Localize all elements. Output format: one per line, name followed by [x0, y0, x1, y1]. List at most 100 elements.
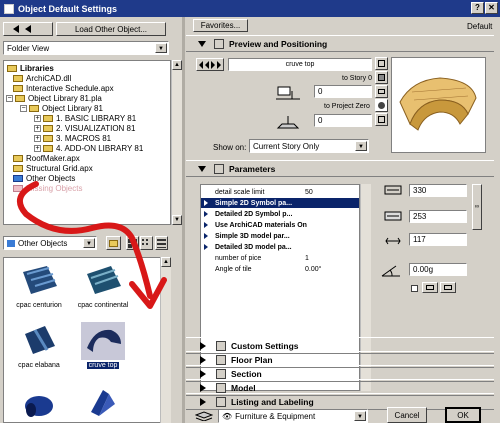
nav-arrows-icon — [13, 25, 31, 33]
chevron-down-icon[interactable]: ▼ — [83, 238, 95, 248]
param-group-icon — [204, 222, 208, 228]
window-title: Object Default Settings — [18, 3, 118, 14]
model-icon — [216, 382, 226, 393]
thumb-item[interactable]: cpac centurion — [8, 264, 70, 309]
load-other-object-button[interactable]: Load Other Object... — [56, 22, 166, 36]
tree-item[interactable]: − Object Library 81 — [20, 103, 103, 113]
section-preview-header[interactable]: Preview and Positioning — [186, 35, 494, 52]
scroll-up-icon[interactable]: ▲ — [172, 60, 182, 70]
view-combo[interactable]: Folder View ▼ — [3, 41, 169, 55]
param-row[interactable]: Simple 3D model par... — [201, 231, 359, 241]
expand-icon[interactable] — [200, 383, 206, 392]
tree-item[interactable]: Missing Objects — [13, 183, 82, 193]
param-row[interactable]: number of pice 1 — [201, 253, 359, 263]
expand-icon[interactable]: + — [34, 134, 41, 142]
view-small-icons-button[interactable] — [140, 236, 153, 250]
3d-view-button[interactable] — [375, 99, 388, 112]
expand-icon[interactable] — [200, 369, 206, 378]
show-on-combo[interactable]: Current Story Only ▼ — [249, 139, 369, 153]
tree-item[interactable]: +3. MACROS 81 — [34, 133, 111, 143]
scroll-down-icon[interactable]: ▼ — [172, 215, 182, 225]
object-thumbnail-grid[interactable]: cpac centurion cpac continental cpac ela… — [3, 257, 171, 423]
mirror-option-1[interactable] — [422, 282, 438, 293]
height-field[interactable]: 117 — [409, 233, 467, 246]
param-row[interactable]: Angle of tile 0.00° — [201, 264, 359, 274]
expand-icon[interactable] — [200, 397, 206, 406]
side-view-button[interactable] — [375, 71, 388, 84]
chain-icon: ∞ — [474, 204, 480, 210]
thumb-item[interactable]: cpac elabana — [8, 322, 70, 369]
param-row[interactable]: Use ArchiCAD materials On — [201, 220, 359, 230]
param-row[interactable]: Detailed 3D model pa... — [201, 242, 359, 252]
view-list-button[interactable] — [155, 236, 168, 250]
mirror-option-2[interactable] — [440, 282, 456, 293]
chevron-down-icon[interactable]: ▼ — [354, 411, 366, 421]
dimension-a-field[interactable]: 330 — [409, 184, 467, 197]
view-large-icons-button[interactable] — [126, 236, 139, 250]
library-tree[interactable]: Libraries ArchiCAD.dll Interactive Sched… — [3, 60, 171, 225]
tree-item[interactable]: Libraries — [7, 63, 54, 73]
collapse-icon[interactable] — [198, 165, 206, 172]
tree-item[interactable]: Interactive Schedule.apx — [13, 83, 114, 93]
expand-icon[interactable] — [200, 341, 206, 350]
ok-button[interactable]: OK — [445, 407, 481, 423]
view-mode-buttons[interactable] — [375, 57, 388, 137]
splitter[interactable] — [182, 17, 185, 423]
chevron-down-icon[interactable]: ▼ — [155, 43, 167, 53]
thumb-item[interactable]: cpac continental — [72, 264, 134, 309]
param-row[interactable]: detail scale limit 50 — [201, 187, 359, 197]
close-button[interactable]: ✕ — [485, 2, 498, 14]
param-row[interactable]: Detailed 2D Symbol p... — [201, 209, 359, 219]
elevation-field-2[interactable]: 0 — [314, 114, 372, 127]
folder-icon — [29, 104, 39, 112]
tree-item[interactable]: RoofMaker.apx — [13, 153, 80, 163]
roof-tile-icon — [25, 326, 55, 354]
tree-item[interactable]: +4. ADD-ON LIBRARY 81 — [34, 143, 143, 153]
tree-item[interactable]: − Object Library 81.pla — [6, 93, 102, 103]
folder-up-button[interactable] — [106, 236, 121, 250]
help-button[interactable]: ? — [471, 2, 484, 14]
prev-next-object-buttons[interactable] — [196, 58, 224, 71]
object-3d-preview[interactable] — [391, 57, 486, 153]
rotation-angle-field[interactable]: 0.00 g — [409, 263, 467, 276]
mirror-checkbox[interactable] — [411, 285, 418, 292]
tree-item[interactable]: +1. BASIC LIBRARY 81 — [34, 113, 136, 123]
dimension-b-field[interactable]: 253 — [409, 210, 467, 223]
thumb-item[interactable] — [72, 384, 134, 422]
tree-item[interactable]: ArchiCAD.dll — [13, 73, 71, 83]
tree-item[interactable]: Structural Grid.apx — [13, 163, 93, 173]
thumb-item[interactable] — [8, 384, 70, 422]
section-view-button[interactable] — [375, 113, 388, 126]
tree-item[interactable]: +2. VISUALIZATION 81 — [34, 123, 135, 133]
elevation-field[interactable]: 0 — [314, 85, 372, 98]
folder-icon — [13, 74, 23, 82]
expand-icon[interactable]: + — [34, 144, 41, 152]
show-on-label: Show on: — [213, 143, 247, 152]
param-row-selected[interactable]: Simple 2D Symbol pa... — [201, 198, 359, 208]
param-group-icon — [204, 200, 208, 206]
title-bar: Object Default Settings ? ✕ — [0, 0, 500, 17]
expand-icon[interactable]: + — [34, 114, 41, 122]
favorites-button[interactable]: Favorites... — [193, 19, 248, 32]
expand-icon[interactable] — [200, 355, 206, 364]
nav-buttons[interactable] — [3, 22, 53, 36]
width-a-icon — [384, 185, 402, 195]
tree-scrollbar[interactable]: ▲ ▼ — [171, 60, 182, 225]
layer-combo[interactable]: 👁 Furniture & Equipment ▼ — [218, 409, 368, 423]
expand-icon[interactable]: + — [34, 124, 41, 132]
scroll-up-icon[interactable]: ▲ — [161, 257, 171, 267]
grid-scrollbar[interactable]: ▲ — [160, 257, 171, 423]
folder-icon — [109, 239, 118, 247]
collapse-icon[interactable] — [198, 40, 206, 47]
section-parameters-header[interactable]: Parameters — [186, 160, 494, 177]
tree-item[interactable]: Other Objects — [13, 173, 75, 183]
dimension-chain-button[interactable]: ∞ — [472, 184, 482, 230]
collapse-icon[interactable]: − — [20, 104, 27, 112]
front-view-button[interactable] — [375, 85, 388, 98]
thumb-item-selected[interactable]: cruve top — [72, 322, 134, 369]
plan-view-button[interactable] — [375, 57, 388, 70]
collapse-icon[interactable]: − — [6, 94, 13, 102]
filter-combo[interactable]: Other Objects ▼ — [3, 236, 97, 250]
cancel-button[interactable]: Cancel — [387, 407, 427, 423]
chevron-down-icon[interactable]: ▼ — [355, 141, 367, 151]
